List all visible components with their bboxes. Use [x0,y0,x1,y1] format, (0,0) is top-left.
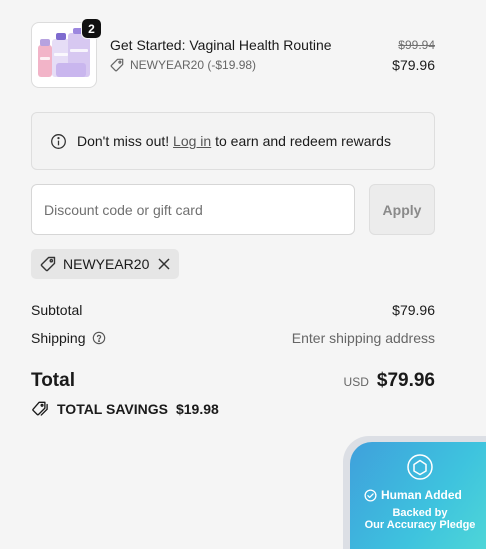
close-icon [158,258,170,270]
total-amount: USD $79.96 [344,370,435,392]
currency-code: USD [343,375,369,389]
applied-discount-code: NEWYEAR20 [63,256,150,272]
badge-title-row: Human Added [364,488,462,502]
subtotal-label: Subtotal [31,302,83,318]
shipping-row: Shipping Enter shipping address [31,330,435,346]
tags-icon [32,401,48,416]
discount-code-input[interactable] [31,184,355,235]
rewards-suffix: to earn and redeem rewards [215,133,391,149]
tag-icon [110,58,124,72]
check-circle-icon [364,488,377,502]
tag-icon [40,256,56,272]
original-price: $99.94 [398,38,435,52]
human-added-badge: Human Added Backed by Our Accuracy Pledg… [350,442,486,549]
login-link[interactable]: Log in [173,133,211,149]
total-row: Total USD $79.96 [31,370,435,392]
badge-line-1: Backed by [392,507,448,519]
product-title: Get Started: Vaginal Health Routine [110,37,332,53]
bottle-graphic [38,39,52,77]
badge-title: Human Added [381,488,462,502]
subtotal-row: Subtotal $79.96 [31,302,435,318]
product-discount-label: NEWYEAR20 (-$19.98) [130,58,257,72]
info-icon [51,133,66,149]
line-price: $79.96 [392,57,435,73]
product-line-item: 2 Get Started: Vaginal Health Routine NE… [31,18,435,88]
shipping-value: Enter shipping address [291,330,435,346]
bottle-graphic [56,63,86,77]
badge-line-2: Our Accuracy Pledge [364,519,476,531]
shipping-label-group: Shipping [31,330,106,346]
remove-discount-button[interactable] [158,258,170,270]
quantity-badge: 2 [81,18,102,39]
hexagon-home-icon [407,454,433,480]
help-icon[interactable] [92,331,106,345]
apply-button[interactable]: Apply [369,184,435,235]
applied-discount-chip: NEWYEAR20 [31,249,180,279]
total-label: Total [31,370,75,391]
total-savings-row: TOTAL SAVINGS $19.98 [31,401,219,417]
total-value: $79.96 [376,370,435,391]
shipping-label: Shipping [31,330,86,346]
total-savings-value: $19.98 [175,401,219,417]
total-savings-label: TOTAL SAVINGS [57,401,168,417]
rewards-prefix: Don't miss out! [77,133,170,149]
rewards-notice: Don't miss out! Log in to earn and redee… [31,112,435,170]
product-discount: NEWYEAR20 (-$19.98) [110,58,256,72]
subtotal-value: $79.96 [392,302,435,318]
rewards-message: Don't miss out! Log in to earn and redee… [77,133,391,149]
